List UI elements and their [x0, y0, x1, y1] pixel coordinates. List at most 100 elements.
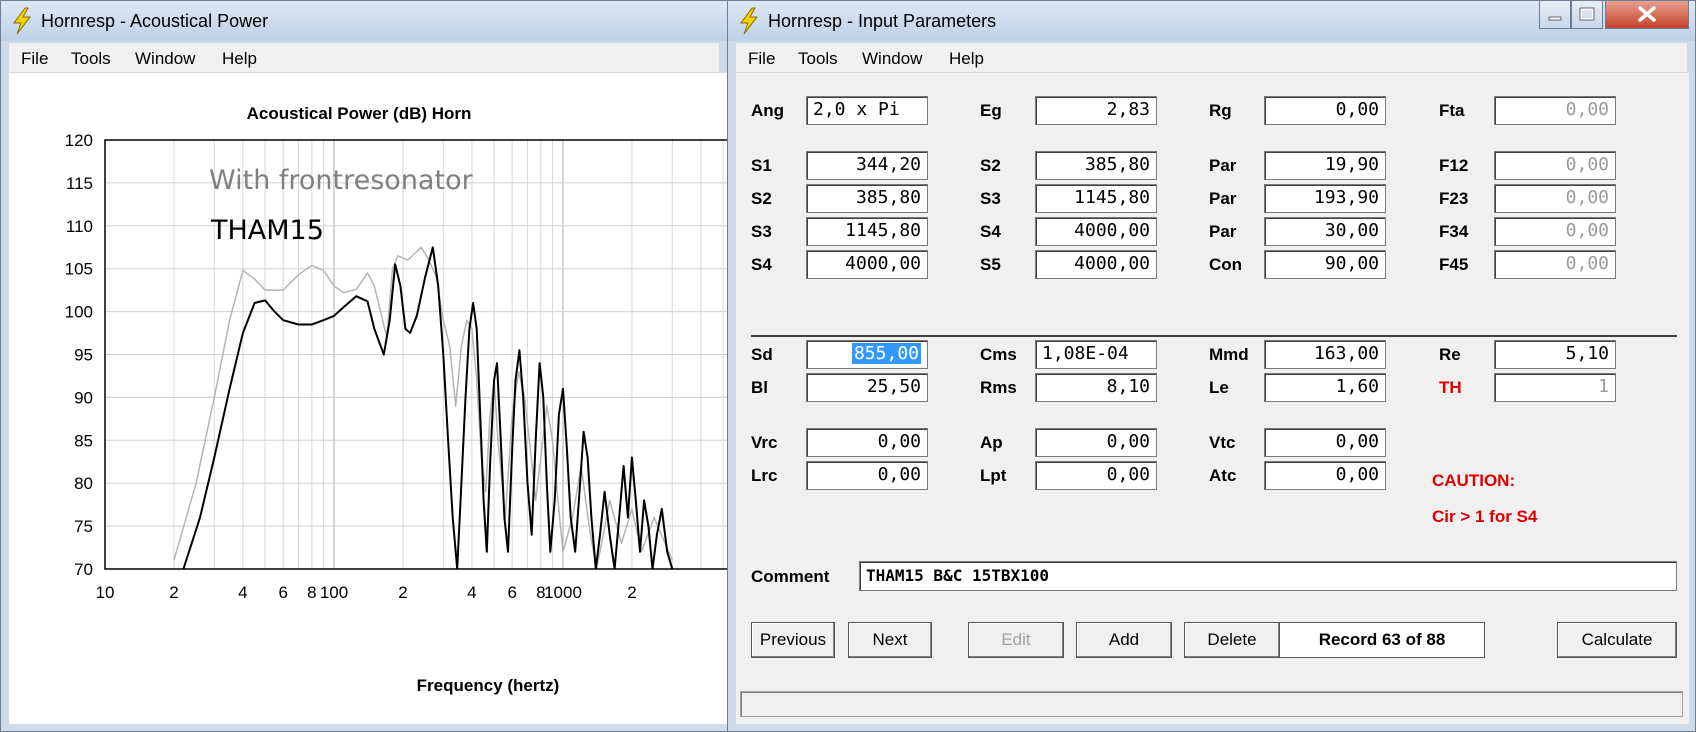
maximize-button[interactable] [1571, 1, 1603, 29]
caution-text: Cir > 1 for S4 [1432, 507, 1538, 526]
label-s4: S4 [980, 222, 1001, 241]
label-s3: S3 [980, 189, 1001, 208]
label-ang: Ang [751, 101, 785, 120]
label-f23: F23 [1439, 189, 1469, 208]
label-re: Re [1439, 345, 1461, 364]
label-mmd: Mmd [1209, 345, 1249, 364]
x-tick-label: 2 [627, 583, 636, 602]
x-tick-label: 6 [507, 583, 516, 602]
field-vrc-r7[interactable]: 0,00 [806, 428, 928, 457]
menu-tools[interactable]: Tools [71, 49, 111, 69]
field-s3-r2[interactable]: 1145,80 [1035, 184, 1157, 213]
menu-help[interactable]: Help [222, 49, 257, 69]
x-tick-label: 2 [169, 583, 178, 602]
field-rms-r6[interactable]: 8,10 [1035, 373, 1157, 402]
separator [751, 335, 1677, 337]
field-ang-r0[interactable]: 2,0 x Pi [806, 96, 928, 125]
field-th-r6[interactable]: 1 [1494, 373, 1616, 402]
field-par-r3[interactable]: 30,00 [1264, 217, 1386, 246]
field-s4-r4[interactable]: 4000,00 [806, 250, 928, 279]
title-bar[interactable]: Hornresp - Input Parameters [728, 1, 1695, 41]
previous-button[interactable]: Previous [751, 622, 835, 658]
label-cms: Cms [980, 345, 1017, 364]
field-par-r1[interactable]: 19,90 [1264, 151, 1386, 180]
field-f23-r2[interactable]: 0,00 [1494, 184, 1616, 213]
field-eg-r0[interactable]: 2,83 [1035, 96, 1157, 125]
y-tick-label: 105 [65, 260, 93, 279]
menu-file[interactable]: File [21, 49, 48, 69]
label-par: Par [1209, 222, 1237, 241]
field-s2-r2[interactable]: 385,80 [806, 184, 928, 213]
delete-button[interactable]: Delete [1184, 622, 1280, 658]
y-tick-label: 110 [66, 217, 93, 236]
field-cms-r5[interactable]: 1,08E-04 [1035, 340, 1157, 369]
field-bl-r6[interactable]: 25,50 [806, 373, 928, 402]
label-f34: F34 [1439, 222, 1469, 241]
label-rg: Rg [1209, 101, 1232, 120]
menu-tools[interactable]: Tools [798, 49, 838, 69]
label-lpt: Lpt [980, 466, 1007, 485]
menu-window[interactable]: Window [862, 49, 922, 69]
label-con: Con [1209, 255, 1243, 274]
menu-help[interactable]: Help [949, 49, 984, 69]
x-tick-label: 4 [467, 583, 476, 602]
y-tick-label: 100 [65, 303, 93, 322]
label-th: TH [1439, 378, 1462, 397]
field-par-r2[interactable]: 193,90 [1264, 184, 1386, 213]
field-fta-r0[interactable]: 0,00 [1494, 96, 1616, 125]
y-tick-label: 85 [74, 431, 93, 450]
calculate-button[interactable]: Calculate [1557, 622, 1677, 658]
x-axis-label: Frequency (hertz) [417, 676, 560, 695]
field-s4-r3[interactable]: 4000,00 [1035, 217, 1157, 246]
close-button[interactable] [1605, 1, 1689, 29]
label-par: Par [1209, 156, 1237, 175]
minimize-button[interactable] [1539, 1, 1571, 29]
field-re-r5[interactable]: 5,10 [1494, 340, 1616, 369]
y-tick-label: 120 [65, 131, 93, 150]
comment-field[interactable]: THAM15 B&C 15TBX100 [859, 561, 1677, 591]
series-line-black [182, 246, 674, 569]
y-tick-label: 115 [66, 174, 93, 193]
field-ap-r7[interactable]: 0,00 [1035, 428, 1157, 457]
field-rg-r0[interactable]: 0,00 [1264, 96, 1386, 125]
x-tick-label: 2 [398, 583, 407, 602]
menu-bar: File Tools Window Help [736, 43, 1687, 73]
chart-title: Acoustical Power (dB) Horn [247, 104, 472, 123]
x-tick-label: 6 [278, 583, 287, 602]
x-tick-label: 10 [96, 583, 115, 602]
field-atc-r8[interactable]: 0,00 [1264, 461, 1386, 490]
title-bar[interactable]: Hornresp - Acoustical Power [1, 1, 727, 41]
annotation-frontresonator: With frontresonator [209, 165, 474, 196]
field-con-r4[interactable]: 90,00 [1264, 250, 1386, 279]
field-f12-r1[interactable]: 0,00 [1494, 151, 1616, 180]
field-f45-r4[interactable]: 0,00 [1494, 250, 1616, 279]
hornresp-bolt-icon [740, 7, 759, 35]
window-title: Hornresp - Input Parameters [768, 11, 997, 31]
label-lrc: Lrc [751, 466, 778, 485]
label-fta: Fta [1439, 101, 1465, 120]
field-lrc-r8[interactable]: 0,00 [806, 461, 928, 490]
field-s5-r4[interactable]: 4000,00 [1035, 250, 1157, 279]
maximize-icon [1579, 7, 1595, 21]
label-s2: S2 [980, 156, 1001, 175]
chart-area: 70 75 80 85 90 95 100 105 110 115 120 10 2 4 6 8 100 2 4 6 8… [9, 73, 729, 724]
add-button[interactable]: Add [1076, 622, 1172, 658]
field-s2-r1[interactable]: 385,80 [1035, 151, 1157, 180]
field-lpt-r8[interactable]: 0,00 [1035, 461, 1157, 490]
acoustical-power-window: Hornresp - Acoustical Power File Tools W… [0, 0, 729, 732]
field-f34-r3[interactable]: 0,00 [1494, 217, 1616, 246]
field-sd-r5[interactable]: 855,00 [806, 340, 928, 369]
field-mmd-r5[interactable]: 163,00 [1264, 340, 1386, 369]
label-s5: S5 [980, 255, 1001, 274]
label-s1: S1 [751, 156, 772, 175]
label-atc: Atc [1209, 466, 1237, 485]
menu-window[interactable]: Window [135, 49, 195, 69]
comment-label: Comment [751, 567, 830, 586]
menu-file[interactable]: File [748, 49, 775, 69]
field-le-r6[interactable]: 1,60 [1264, 373, 1386, 402]
field-s3-r3[interactable]: 1145,80 [806, 217, 928, 246]
next-button[interactable]: Next [848, 622, 932, 658]
edit-button[interactable]: Edit [968, 622, 1064, 658]
field-s1-r1[interactable]: 344,20 [806, 151, 928, 180]
field-vtc-r7[interactable]: 0,00 [1264, 428, 1386, 457]
